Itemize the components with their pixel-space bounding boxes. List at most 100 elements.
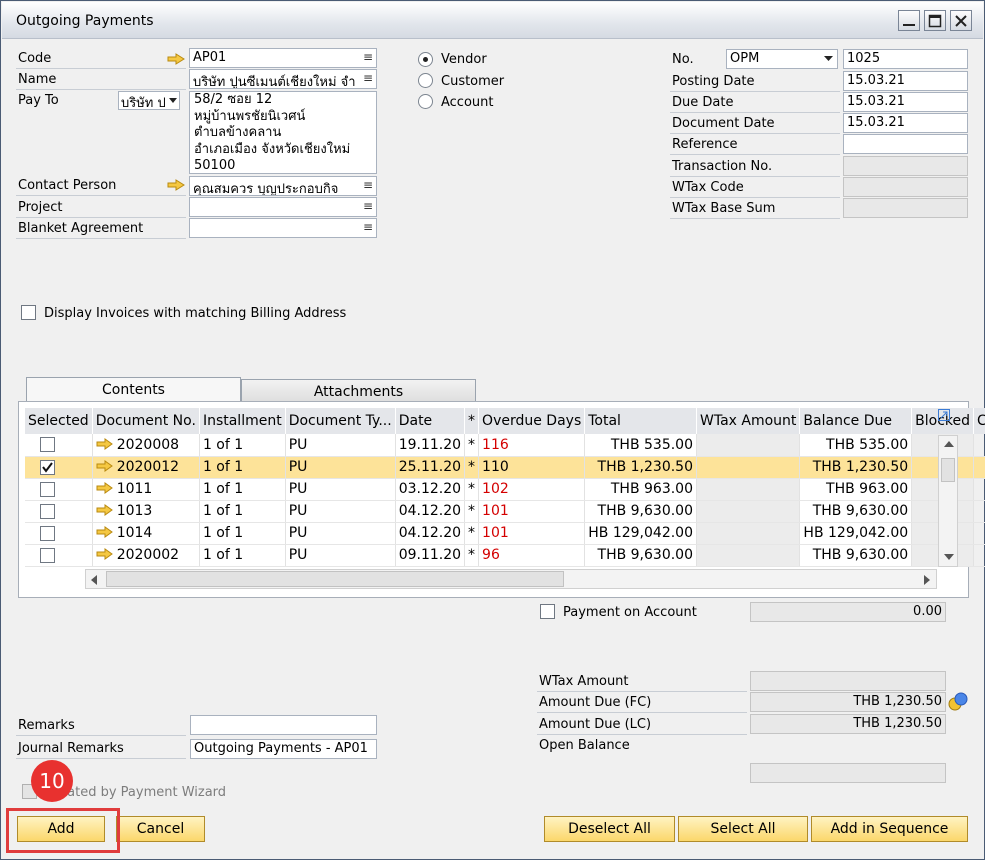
table-row[interactable]: 2020012 1 of 1 PU 25.11.20 * 110 THB 1,230.50 T…: [25, 456, 985, 479]
balance-due-cell[interactable]: THB 9,630.00: [799, 544, 913, 567]
document-no-cell[interactable]: 1014: [92, 522, 200, 545]
cash-discount-cell[interactable]: [973, 478, 985, 501]
amount-due-fc-label: Amount Due (FC): [539, 695, 652, 710]
tab-contents[interactable]: Contents: [26, 377, 241, 403]
customer-radio[interactable]: [418, 73, 433, 88]
list-icon: ≡: [362, 71, 373, 85]
cash-discount-cell[interactable]: [973, 456, 985, 479]
document-date-field[interactable]: 15.03.21: [843, 113, 968, 133]
transaction-no-field: [843, 156, 968, 176]
col-star[interactable]: *: [464, 408, 480, 434]
scroll-thumb[interactable]: [941, 458, 955, 482]
col-document-type[interactable]: Document Ty...: [285, 408, 396, 434]
row-select-checkbox[interactable]: [40, 459, 55, 475]
project-field[interactable]: ≡: [189, 197, 377, 217]
dropdown-arrow-icon: [169, 98, 177, 103]
cash-discount-cell[interactable]: [973, 500, 985, 523]
document-no-cell[interactable]: 2020008: [92, 434, 200, 457]
blanket-agreement-label: Blanket Agreement: [18, 221, 144, 236]
contact-person-field[interactable]: คุณสมควร บุญประกอบกิจ ≡: [189, 176, 377, 196]
table-header-row: Selected Document No. Installment Docume…: [25, 408, 985, 434]
scroll-thumb[interactable]: [106, 571, 564, 587]
col-date[interactable]: Date: [395, 408, 466, 434]
row-select-checkbox[interactable]: [40, 525, 55, 541]
account-radio[interactable]: [418, 94, 433, 109]
row-select-checkbox[interactable]: [40, 503, 55, 519]
cash-discount-cell[interactable]: [973, 544, 985, 567]
journal-remarks-field[interactable]: Outgoing Payments - AP01: [190, 739, 377, 759]
table-row[interactable]: 2020008 1 of 1 PU 19.11.20 * 116 THB 535.00 THB…: [25, 434, 985, 457]
star-cell: *: [464, 456, 480, 479]
link-arrow-icon: [96, 482, 113, 494]
payment-on-account-checkbox[interactable]: [540, 604, 555, 619]
document-no-cell[interactable]: 1013: [92, 500, 200, 523]
series-select[interactable]: OPM: [726, 49, 838, 69]
link-arrow-icon[interactable]: [167, 179, 185, 191]
vendor-radio[interactable]: [418, 52, 433, 67]
minimize-button[interactable]: [898, 10, 920, 31]
date-cell: 03.12.20: [395, 478, 466, 501]
col-document-no[interactable]: Document No.: [92, 408, 200, 434]
col-cash[interactable]: Cash ...: [973, 408, 985, 434]
col-installment[interactable]: Installment: [199, 408, 286, 434]
wtax-code-label: WTax Code: [672, 180, 744, 195]
link-arrow-icon: [96, 504, 113, 516]
pay-to-select[interactable]: บริษัท ป: [118, 91, 180, 110]
row-select-checkbox[interactable]: [40, 437, 55, 453]
expand-icon[interactable]: [938, 409, 950, 421]
link-arrow-icon[interactable]: [167, 53, 185, 65]
document-no-cell[interactable]: 2020002: [92, 544, 200, 567]
row-select-checkbox[interactable]: [40, 481, 55, 497]
name-field[interactable]: บริษัท ปูนซีเมนต์เชียงใหม่ จำ ≡: [189, 69, 377, 89]
list-icon: ≡: [362, 220, 373, 234]
wtax-amount-label: WTax Amount: [539, 674, 629, 689]
reference-field[interactable]: [843, 134, 968, 154]
star-cell: *: [464, 522, 480, 545]
due-date-field[interactable]: 15.03.21: [843, 92, 968, 112]
close-button[interactable]: [950, 10, 972, 31]
posting-date-field[interactable]: 15.03.21: [843, 71, 968, 91]
cash-discount-cell[interactable]: [973, 434, 985, 457]
document-no-cell[interactable]: 1011: [92, 478, 200, 501]
add-in-sequence-button[interactable]: Add in Sequence: [811, 816, 968, 842]
row-select-checkbox[interactable]: [40, 547, 55, 563]
overdue-days-cell: 101: [478, 522, 586, 545]
close-icon: [955, 15, 967, 27]
table-row[interactable]: 1011 1 of 1 PU 03.12.20 * 102 THB 963.00 THB 96…: [25, 478, 985, 501]
maximize-button[interactable]: [924, 10, 946, 31]
table-row[interactable]: 2020002 1 of 1 PU 09.11.20 * 96 THB 9,630.00 TH…: [25, 544, 985, 567]
remarks-field[interactable]: [190, 715, 377, 735]
table-row[interactable]: 1014 1 of 1 PU 04.12.20 * 101 HB 129,042.00 HB …: [25, 522, 985, 545]
table-row[interactable]: 1013 1 of 1 PU 04.12.20 * 101 THB 9,630.00 THB …: [25, 500, 985, 523]
vertical-scrollbar[interactable]: [938, 435, 958, 567]
pay-to-address[interactable]: 58/2 ซอย 12 หมู่บ้านพรชัยนิเวศน์ ตำบลข้างค…: [189, 91, 377, 174]
col-overdue-days[interactable]: Overdue Days: [478, 408, 586, 434]
horizontal-scrollbar[interactable]: [85, 569, 937, 589]
select-all-button[interactable]: Select All: [678, 816, 808, 842]
link-arrow-icon: [96, 526, 113, 538]
installment-cell: 1 of 1: [199, 522, 286, 545]
document-type-cell: PU: [285, 544, 396, 567]
balance-due-cell[interactable]: THB 963.00: [799, 478, 913, 501]
posting-date-label: Posting Date: [672, 74, 755, 89]
balance-due-cell[interactable]: THB 9,630.00: [799, 500, 913, 523]
document-number-field[interactable]: 1025: [843, 49, 968, 69]
blanket-agreement-field[interactable]: ≡: [189, 218, 377, 238]
balance-due-cell[interactable]: THB 1,230.50: [799, 456, 913, 479]
balance-due-cell[interactable]: HB 129,042.00: [799, 522, 913, 545]
payment-wizard-label: Created by Payment Wizard: [45, 785, 227, 800]
col-balance-due[interactable]: Balance Due: [799, 408, 913, 434]
deselect-all-button[interactable]: Deselect All: [544, 816, 675, 842]
col-selected[interactable]: Selected: [25, 408, 93, 434]
cash-discount-cell[interactable]: [973, 522, 985, 545]
display-invoices-checkbox[interactable]: [21, 305, 36, 320]
col-total[interactable]: Total: [584, 408, 697, 434]
document-no-cell[interactable]: 2020012: [92, 456, 200, 479]
cancel-button[interactable]: Cancel: [116, 816, 205, 842]
balance-due-cell[interactable]: THB 535.00: [799, 434, 913, 457]
code-field[interactable]: AP01 ≡: [189, 48, 377, 68]
currency-coins-icon[interactable]: [948, 691, 968, 711]
total-cell: HB 129,042.00: [584, 522, 697, 545]
col-wtax-amount[interactable]: WTax Amount: [696, 408, 801, 434]
scroll-up-icon: [944, 441, 954, 447]
